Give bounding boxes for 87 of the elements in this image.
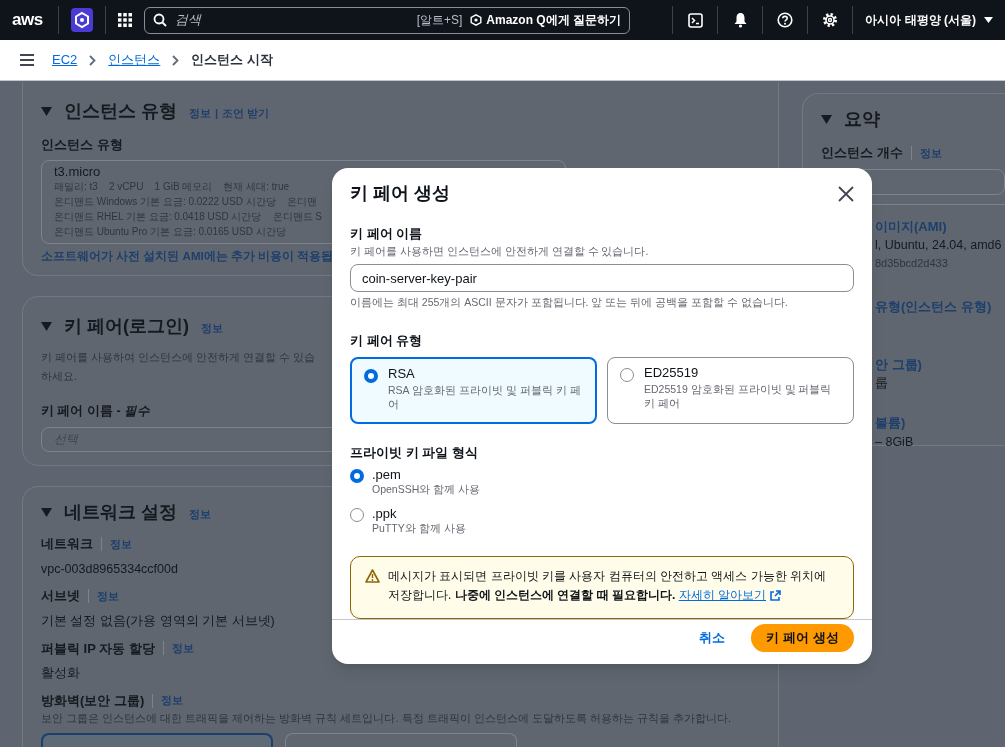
option-label: ED25519 (644, 365, 700, 380)
field-label: 퍼블릭 IP 자동 할당 (41, 639, 155, 658)
option-tile[interactable] (285, 732, 517, 747)
modal-title: 키 페어 생성 (350, 182, 450, 205)
info-link[interactable]: 정보 (919, 144, 942, 161)
field-value: vpc-003d8965334ccf00d (41, 560, 178, 578)
ask-q-button[interactable]: Amazon Q에게 질문하기 (470, 11, 621, 29)
separator: | (215, 105, 219, 121)
cancel-button[interactable]: 취소 (699, 627, 725, 648)
help-icon[interactable] (777, 12, 794, 28)
radio-button[interactable] (350, 508, 364, 522)
info-link[interactable]: 정보 (201, 319, 223, 337)
info-link[interactable]: 정보 (97, 587, 119, 605)
instance-type-name: t3.micro (54, 163, 101, 179)
field-label: 인스턴스 유형 (41, 136, 123, 154)
panel-heading: 키 페어(로그인) (64, 315, 189, 338)
summary-item-title[interactable]: 볼륨) (875, 413, 1005, 433)
search-input[interactable]: 검색 (175, 10, 417, 30)
grid-icon[interactable] (118, 13, 132, 27)
settings-icon[interactable] (822, 12, 839, 28)
panel-heading: 네트워크 설정 (64, 501, 177, 524)
option-description: RSA 암호화된 프라이빗 및 퍼블릭 키 페어 (388, 382, 582, 411)
warning-icon (365, 569, 380, 583)
summary-item-title[interactable]: 유형(인스턴스 유형) (875, 297, 1005, 317)
field-label: 네트워크 (41, 535, 93, 553)
summary-item-detail: 룹 (875, 375, 889, 393)
key-type-tile[interactable]: RSA RSA 암호화된 프라이빗 및 퍼블릭 키 페어 (350, 356, 597, 424)
key-name-input[interactable]: coin-server-key-pair (350, 264, 854, 293)
breadcrumb-link[interactable]: 인스턴스 (108, 50, 161, 70)
search-field[interactable]: 검색 [알트+S] Amazon Q에게 질문하기 (144, 6, 630, 34)
key-type-tile[interactable]: ED25519 ED25519 암호화된 프라이빗 및 퍼블릭 키 페어 (607, 356, 854, 424)
info-link[interactable]: 정보 (189, 505, 211, 523)
panel-heading: 인스턴스 유형 (64, 100, 177, 123)
radio-button[interactable] (364, 368, 378, 383)
collapse-icon[interactable] (41, 322, 52, 331)
aws-logo[interactable]: aws (12, 7, 46, 33)
option-label: .pem (372, 467, 402, 482)
learn-more-link[interactable]: 자세히 알아보기 (678, 586, 782, 605)
search-icon (153, 13, 167, 27)
external-link-icon (770, 590, 782, 601)
field-constraint: 이름에는 최대 255개의 ASCII 문자가 포함됩니다. 앞 또는 뒤에 공백을 포함할 수 없습니다. (350, 295, 789, 311)
caret-icon (984, 17, 993, 23)
pricing-note-link[interactable]: 소프트웨어가 사전 설치된 AMI에는 추가 비용이 적용됩 (41, 247, 334, 265)
field-label: 키 페어 이름 (350, 225, 424, 243)
field-label: 서브넷 (41, 587, 80, 606)
option-description: PuTTY와 함께 사용 (372, 521, 466, 536)
field-label: 방화벽(보안 그룹) (41, 691, 145, 710)
option-label: .ppk (372, 506, 398, 521)
collapse-icon[interactable] (41, 508, 52, 517)
info-link[interactable]: 정보 (161, 692, 184, 709)
summary-item-title[interactable]: 이미지(AMI) (875, 216, 1005, 236)
summary-item-detail: – 8GiB (875, 433, 915, 451)
info-link[interactable]: 조언 받기 (222, 104, 270, 122)
menu-icon[interactable] (20, 54, 34, 66)
alert-message: 메시지가 표시되면 프라이빗 키를 사용자 컴퓨터의 안전하고 액세스 가능한 위치에 저장합니다. 나중에 인스턴스에 연결할 때 필요합니다. 자세히 알아보기 (388, 567, 839, 618)
field-description: 키 페어를 사용하면 인스턴스에 안전하게 연결할 수 있습니다. (350, 243, 650, 259)
field-label: 키 페어 유형 (350, 332, 424, 350)
field-label: 인스턴스 개수 (821, 144, 903, 162)
q-icon (470, 14, 483, 26)
region-selector[interactable]: 아시아 태평양 (서울) (865, 11, 993, 29)
chevron-icon (89, 54, 97, 66)
close-icon[interactable] (838, 185, 854, 202)
chevron-icon (172, 54, 180, 66)
field-value: 활성화 (41, 665, 80, 682)
radio-button[interactable] (620, 367, 634, 382)
breadcrumb-link[interactable]: EC2 (52, 50, 78, 70)
breadcrumb-current: 인스턴스 시작 (191, 51, 273, 70)
summary-item-title[interactable]: 안 그룹) (875, 354, 1005, 375)
collapse-icon[interactable] (821, 115, 832, 124)
option-label: RSA (388, 366, 416, 381)
create-key-pair-button[interactable]: 키 페어 생성 (751, 623, 854, 652)
field-label: 프라이빗 키 파일 형식 (350, 443, 479, 462)
field-label: 키 페어 이름 - 필수 (41, 403, 151, 420)
terminal-icon[interactable] (687, 12, 703, 28)
panel-heading: 요약 (844, 108, 880, 131)
shortcut-hint: [알트+S] (416, 12, 463, 29)
bell-icon[interactable] (732, 12, 748, 28)
radio-button[interactable] (350, 469, 364, 483)
info-link[interactable]: 정보 (171, 640, 194, 657)
info-link[interactable]: 정보 (189, 104, 211, 122)
collapse-icon[interactable] (41, 107, 52, 116)
summary-item-detail: l, Ubuntu, 24.04, amd6 (875, 237, 1003, 254)
field-value: 기본 설정 없음(가용 영역의 기본 서브넷) (41, 612, 275, 630)
option-tile[interactable] (41, 732, 273, 747)
option-description: OpenSSH와 함께 사용 (372, 482, 481, 497)
option-description: ED25519 암호화된 프라이빗 및 퍼블릭 키 페어 (644, 381, 833, 410)
info-link[interactable]: 정보 (110, 535, 132, 552)
